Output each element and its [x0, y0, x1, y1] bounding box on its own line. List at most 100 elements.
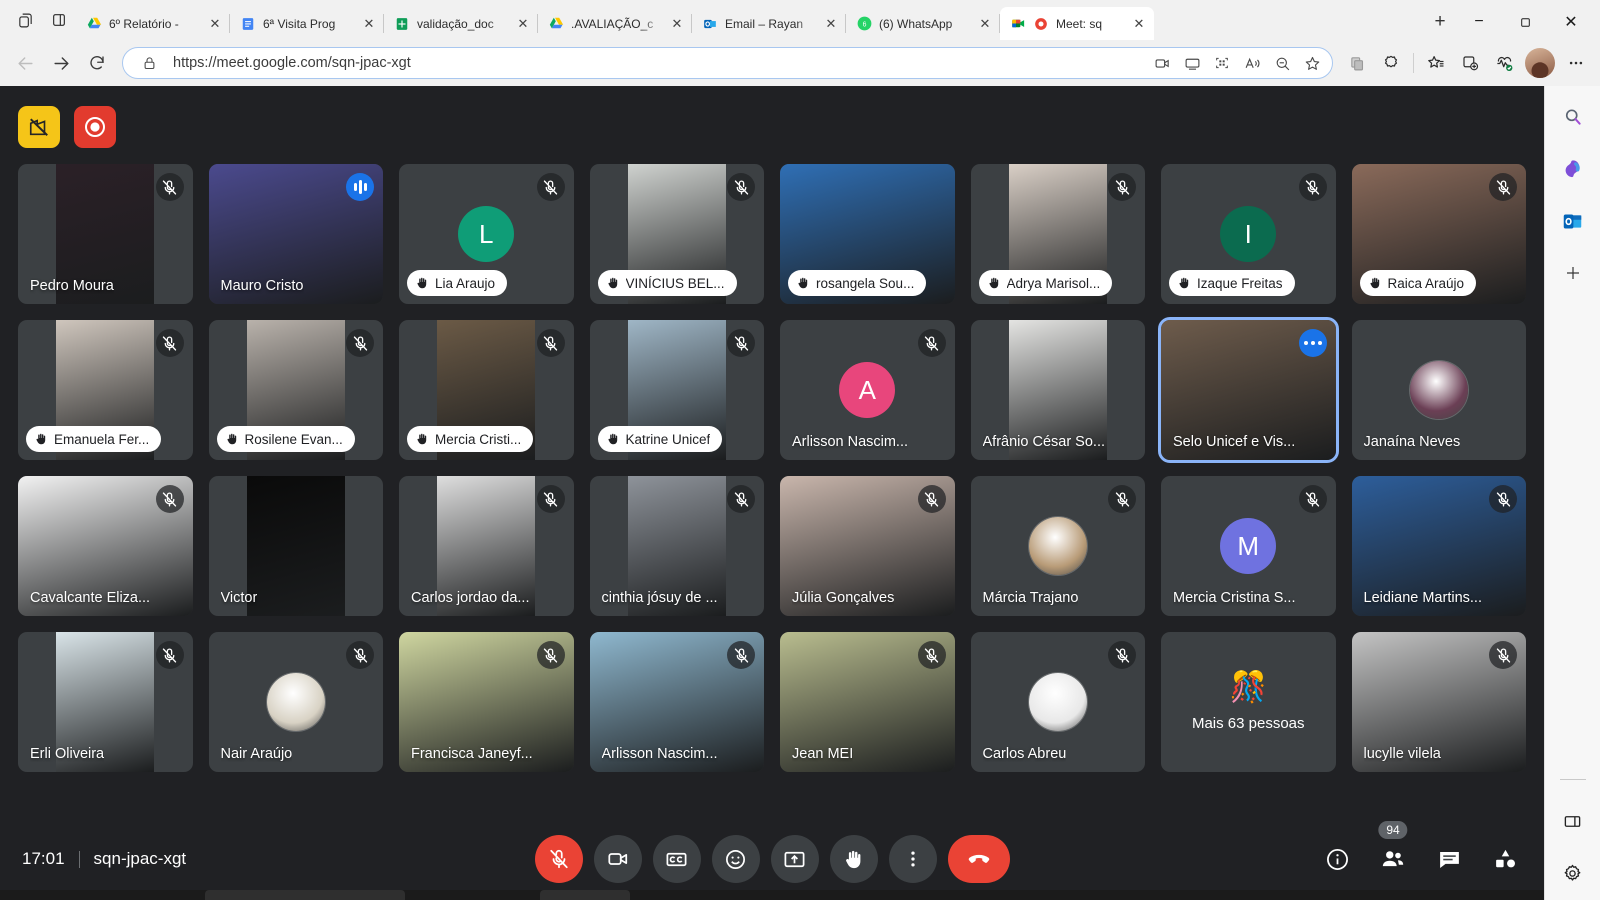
present-screen-button[interactable]	[770, 835, 819, 883]
more-options-icon[interactable]	[1560, 47, 1592, 79]
extensions-icon[interactable]	[1375, 47, 1407, 79]
participant-tile[interactable]: rosangela Sou...	[780, 164, 955, 304]
participant-tile[interactable]: Márcia Trajano	[970, 476, 1145, 616]
zoom-out-icon[interactable]	[1268, 49, 1296, 77]
sidebar-search-icon[interactable]	[1556, 100, 1590, 134]
tab-close-icon[interactable]: ✕	[977, 16, 993, 32]
tile-more-options-icon[interactable]	[1298, 329, 1327, 357]
participant-tile[interactable]: Jean MEI	[780, 632, 955, 772]
window-maximize-button[interactable]	[1502, 4, 1548, 40]
browser-tab[interactable]: 6 (6) WhatsApp ✕	[846, 7, 1000, 40]
tab-close-icon[interactable]: ✕	[823, 16, 839, 32]
address-bar[interactable]: https://meet.google.com/sqn-jpac-xgt	[122, 47, 1333, 79]
tab-close-icon[interactable]: ✕	[669, 16, 685, 32]
more-options-button[interactable]	[888, 835, 937, 883]
split-screen-icon[interactable]	[1454, 47, 1486, 79]
collections-copy-icon[interactable]	[1341, 47, 1373, 79]
captions-button[interactable]	[652, 835, 701, 883]
tab-close-icon[interactable]: ✕	[361, 16, 377, 32]
profile-avatar[interactable]	[1525, 48, 1555, 78]
browser-tab[interactable]: 6º Relatório - ✕	[76, 7, 230, 40]
reload-icon[interactable]	[80, 46, 114, 80]
sidebar-add-icon[interactable]	[1556, 256, 1590, 290]
participant-tile[interactable]: Francisca Janeyf...	[399, 632, 574, 772]
tab-close-icon[interactable]: ✕	[1131, 16, 1147, 32]
lock-icon[interactable]	[135, 49, 163, 77]
forward-icon[interactable]	[44, 46, 78, 80]
participant-tile[interactable]: M Mercia Cristina S...	[1161, 476, 1336, 616]
favorite-star-icon[interactable]	[1298, 49, 1326, 77]
participant-tile[interactable]: Nair Araújo	[208, 632, 383, 772]
window-close-button[interactable]: ✕	[1548, 4, 1594, 40]
tab-close-icon[interactable]: ✕	[515, 16, 531, 32]
browser-essentials-icon[interactable]	[1488, 47, 1520, 79]
participant-tile[interactable]: Júlia Gonçalves	[780, 476, 955, 616]
participant-tile[interactable]: I Izaque Freitas	[1161, 164, 1336, 304]
participant-tile[interactable]: 🎊 Mais 63 pessoas	[1161, 632, 1336, 772]
taskbar-window-preview[interactable]	[205, 890, 405, 900]
sidebar-toggle-icon[interactable]	[1556, 804, 1590, 838]
outlook-icon	[702, 16, 718, 32]
meeting-details-button[interactable]	[1320, 842, 1354, 876]
record-icon[interactable]	[74, 106, 116, 148]
browser-tab[interactable]: Email – Rayan ✕	[692, 7, 846, 40]
participant-tile[interactable]: Arlisson Nascim...	[589, 632, 764, 772]
browser-tab-active[interactable]: Meet: sq ✕	[1000, 7, 1154, 40]
participant-tile[interactable]: VINÍCIUS BEL...	[589, 164, 764, 304]
favorites-icon[interactable]	[1420, 47, 1452, 79]
participant-tile[interactable]: Pedro Moura	[18, 164, 193, 304]
participant-tile[interactable]: Emanuela Fer...	[18, 320, 193, 460]
more-people-tile[interactable]: 🎊 Mais 63 pessoas	[1192, 632, 1305, 772]
participant-tile[interactable]: Selo Unicef e Vis...	[1158, 317, 1339, 463]
participant-tile[interactable]: Mercia Cristi...	[399, 320, 574, 460]
sidebar-copilot-icon[interactable]	[1556, 152, 1590, 186]
participants-button[interactable]: 94	[1376, 821, 1410, 876]
participant-tile[interactable]: Adrya Marisol...	[970, 164, 1145, 304]
browser-tab[interactable]: .AVALIAÇÃO_c ✕	[538, 7, 692, 40]
qr-code-icon[interactable]	[1208, 49, 1236, 77]
chat-button[interactable]	[1432, 842, 1466, 876]
url-text[interactable]: https://meet.google.com/sqn-jpac-xgt	[165, 55, 1146, 71]
split-screen-icon[interactable]	[42, 4, 76, 36]
mic-off-icon	[155, 329, 184, 357]
sidebar-outlook-icon[interactable]	[1556, 204, 1590, 238]
participant-tile[interactable]: Victor	[208, 476, 383, 616]
sidebar-settings-icon[interactable]	[1556, 856, 1590, 890]
microphone-off-button[interactable]	[534, 835, 583, 883]
taskbar-window-preview[interactable]	[540, 890, 630, 900]
participant-tile[interactable]: Cavalcante Eliza...	[18, 476, 193, 616]
participant-tile[interactable]: Raica Araújo	[1351, 164, 1526, 304]
participant-tile[interactable]: cinthia jósuy de ...	[589, 476, 764, 616]
camera-button[interactable]	[593, 835, 642, 883]
reactions-button[interactable]	[711, 835, 760, 883]
cast-icon[interactable]	[1178, 49, 1206, 77]
participant-tile[interactable]: Janaína Neves	[1351, 320, 1526, 460]
participant-tile[interactable]: Erli Oliveira	[18, 632, 193, 772]
participant-tile[interactable]: Carlos Abreu	[970, 632, 1145, 772]
raise-hand-button[interactable]	[829, 835, 878, 883]
no-screenshot-icon[interactable]	[18, 106, 60, 148]
participant-tile[interactable]: Mauro Cristo	[208, 164, 383, 304]
new-tab-button[interactable]: +	[1424, 7, 1456, 37]
tab-close-icon[interactable]: ✕	[207, 16, 223, 32]
participant-tile[interactable]: Katrine Unicef	[589, 320, 764, 460]
browser-tab[interactable]: validação_doc ✕	[384, 7, 538, 40]
window-minimize-button[interactable]: −	[1456, 4, 1502, 40]
edge-sidebar	[1544, 86, 1600, 900]
participant-tile[interactable]: Rosilene Evan...	[208, 320, 383, 460]
participant-tile[interactable]: lucylle vilela	[1351, 632, 1526, 772]
read-aloud-icon[interactable]	[1238, 49, 1266, 77]
participant-tile[interactable]: Carlos jordao da...	[399, 476, 574, 616]
meeting-control-bar: 17:01 sqn-jpac-xgt 94	[0, 818, 1544, 900]
back-icon[interactable]	[8, 46, 42, 80]
participant-name: Selo Unicef e Vis...	[1173, 434, 1296, 450]
participant-tile[interactable]: A Arlisson Nascim...	[780, 320, 955, 460]
leave-call-button[interactable]	[947, 835, 1010, 883]
participant-tile[interactable]: L Lia Araujo	[399, 164, 574, 304]
browser-tab[interactable]: 6ª Visita Prog ✕	[230, 7, 384, 40]
activities-button[interactable]	[1488, 842, 1522, 876]
participant-tile[interactable]: Afrânio César So...	[970, 320, 1145, 460]
participant-tile[interactable]: Leidiane Martins...	[1351, 476, 1526, 616]
camera-permission-icon[interactable]	[1148, 49, 1176, 77]
tab-actions-icon[interactable]	[8, 4, 42, 36]
